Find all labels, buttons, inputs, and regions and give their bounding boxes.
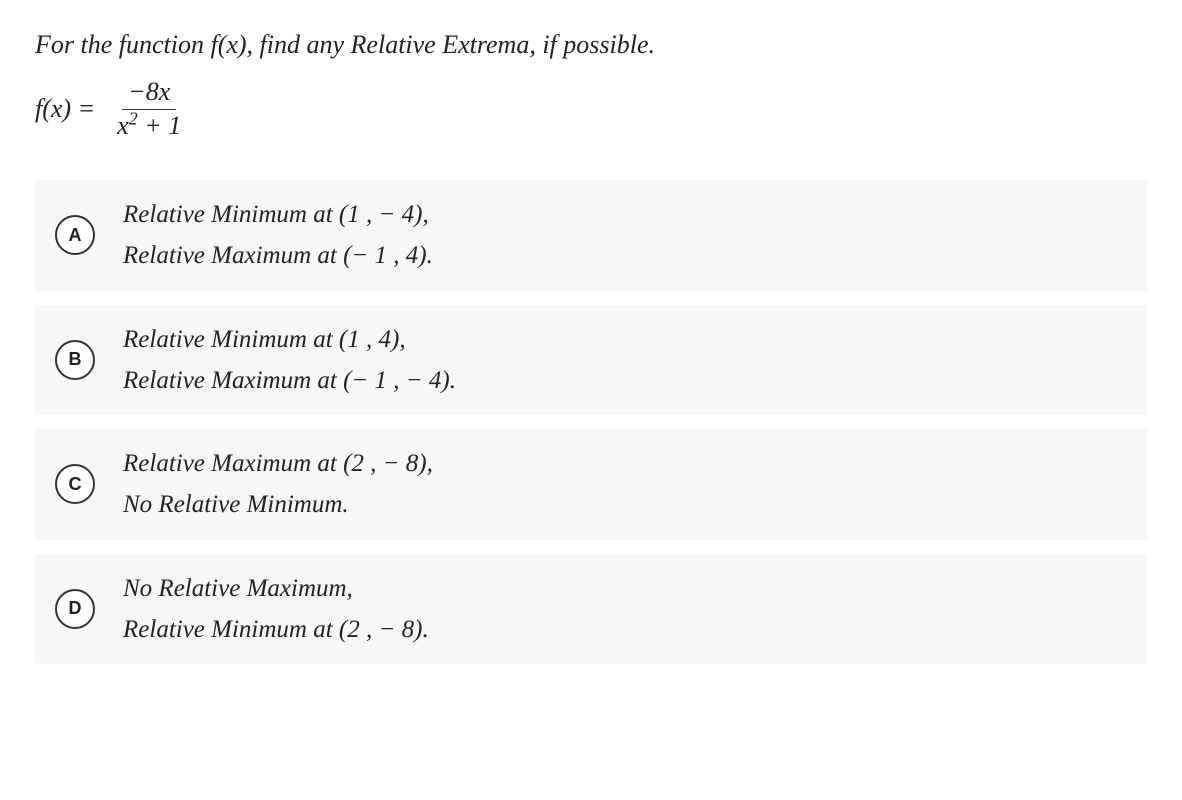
option-text: Relative Minimum at (1 , 4), Relative Ma… (123, 319, 456, 402)
option-letter-circle: C (55, 464, 95, 504)
question-prompt: For the function f(x), find any Relative… (35, 30, 1147, 60)
option-letter-circle: A (55, 215, 95, 255)
option-text: No Relative Maximum, Relative Minimum at… (123, 568, 429, 651)
fraction: −8x x2 + 1 (111, 78, 187, 140)
function-definition: f(x) = −8x x2 + 1 (35, 78, 1147, 140)
option-letter-circle: B (55, 340, 95, 380)
function-lhs: f(x) = (35, 94, 95, 124)
option-c[interactable]: C Relative Maximum at (2 , − 8), No Rela… (35, 429, 1147, 540)
options-list: A Relative Minimum at (1 , − 4), Relativ… (35, 180, 1147, 664)
option-text: Relative Maximum at (2 , − 8), No Relati… (123, 443, 433, 526)
option-d[interactable]: D No Relative Maximum, Relative Minimum … (35, 554, 1147, 665)
option-letter-circle: D (55, 589, 95, 629)
fraction-denominator: x2 + 1 (111, 110, 187, 141)
option-a[interactable]: A Relative Minimum at (1 , − 4), Relativ… (35, 180, 1147, 291)
fraction-numerator: −8x (122, 78, 176, 110)
option-text: Relative Minimum at (1 , − 4), Relative … (123, 194, 433, 277)
option-b[interactable]: B Relative Minimum at (1 , 4), Relative … (35, 305, 1147, 416)
